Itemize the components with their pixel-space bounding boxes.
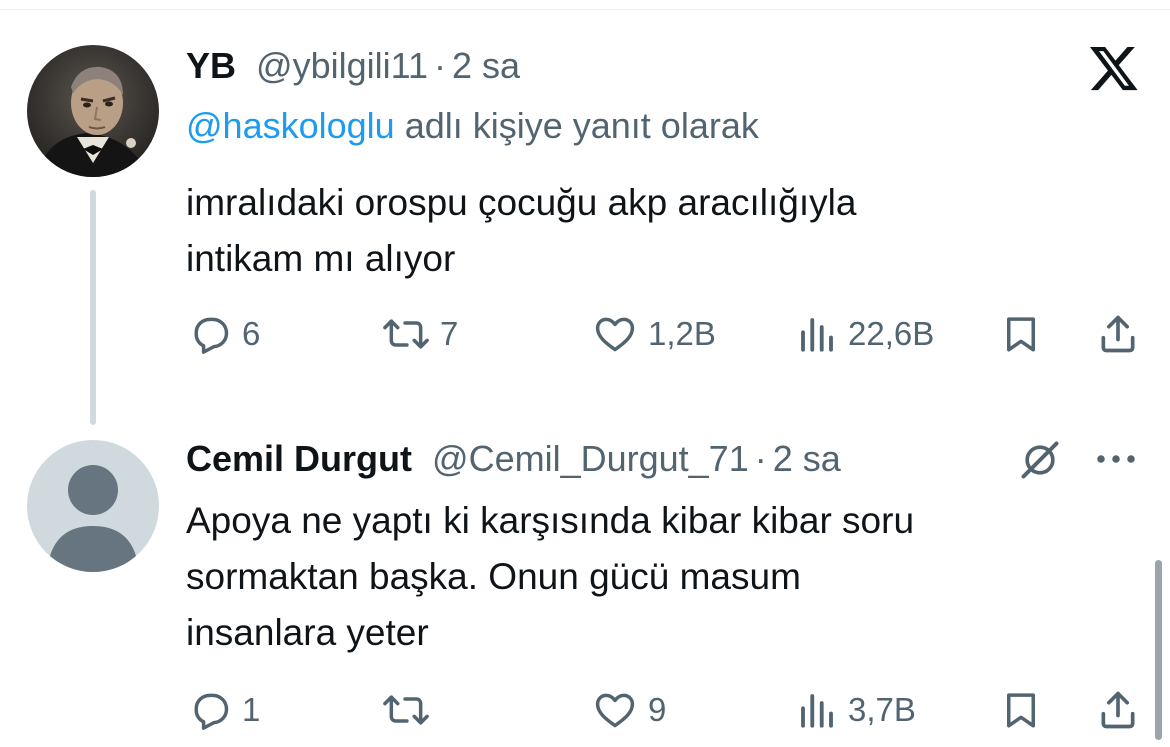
views-icon [801, 694, 833, 728]
bookmark-icon [1007, 693, 1035, 728]
display-name[interactable]: Cemil Durgut [186, 438, 412, 479]
scrollbar[interactable] [1155, 560, 1162, 740]
tweet-text: imralıdaki orospu çocuğu akp aracılığıyl… [186, 175, 1126, 287]
replying-to: @haskologlu adlı kişiye yanıt olarak [186, 104, 759, 148]
user-handle[interactable]: @ybilgili11 [256, 45, 428, 86]
separator-dot: · [433, 45, 446, 86]
grok-icon[interactable] [1018, 438, 1062, 482]
views-count: 3,7B [848, 691, 916, 728]
tweet-text-line: intikam mı alıyor [186, 238, 456, 279]
retweet-icon [383, 319, 429, 349]
like-button[interactable]: 9 [592, 688, 666, 732]
bookmark-icon [1007, 317, 1035, 352]
reply-icon [194, 693, 229, 730]
bookmark-button[interactable] [1000, 312, 1042, 356]
tweet-header: YB @ybilgili11 · 2 sa [186, 44, 520, 88]
share-icon [1101, 315, 1135, 353]
views-count: 22,6B [848, 315, 935, 352]
retweet-button[interactable]: 7 [382, 312, 458, 356]
tweet-text-line: imralıdaki orospu çocuğu akp aracılığıyl… [186, 182, 857, 223]
retweet-button[interactable] [382, 688, 440, 732]
like-count: 1,2B [648, 315, 716, 352]
reply-count: 1 [242, 691, 261, 728]
views-icon [801, 318, 833, 352]
like-button[interactable]: 1,2B [592, 312, 716, 356]
heart-icon [595, 317, 635, 352]
like-count: 9 [648, 691, 667, 728]
tweet-actions: 6 7 1,2B 22,6B [0, 312, 1170, 362]
display-name[interactable]: YB [186, 45, 236, 86]
views-button[interactable]: 3,7B [796, 688, 916, 732]
top-divider [0, 9, 1170, 10]
bookmark-button[interactable] [1000, 688, 1042, 732]
share-button[interactable] [1096, 688, 1140, 732]
reply-icon [194, 317, 229, 354]
replying-to-text: adlı kişiye yanıt olarak [404, 105, 759, 146]
share-button[interactable] [1096, 312, 1140, 356]
tweet-actions: 1 9 3,7B [0, 688, 1170, 738]
tweet-header: Cemil Durgut @Cemil_Durgut_71 · 2 sa [186, 437, 841, 481]
tweet-text-line: sormaktan başka. Onun gücü masum [186, 556, 801, 597]
reply-button[interactable]: 6 [188, 312, 260, 356]
tweet-text-line: insanlara yeter [186, 612, 429, 653]
avatar[interactable] [27, 440, 159, 572]
more-icon[interactable] [1093, 444, 1139, 474]
reply-count: 6 [242, 315, 261, 352]
tweet-text-line: Apoya ne yaptı ki karşısında kibar kibar… [186, 500, 915, 541]
reply-button[interactable]: 1 [188, 688, 260, 732]
timestamp[interactable]: 2 sa [452, 45, 520, 86]
share-icon [1101, 691, 1135, 729]
separator-dot: · [754, 438, 767, 479]
x-logo-icon[interactable] [1088, 42, 1140, 94]
timestamp[interactable]: 2 sa [773, 438, 841, 479]
retweet-count: 7 [440, 315, 459, 352]
thread-connector-line [90, 190, 96, 425]
views-button[interactable]: 22,6B [796, 312, 934, 356]
user-handle[interactable]: @Cemil_Durgut_71 [432, 438, 749, 479]
tweet-text: Apoya ne yaptı ki karşısında kibar kibar… [186, 493, 1126, 661]
retweet-icon [383, 695, 429, 725]
replying-to-mention[interactable]: @haskologlu [186, 105, 395, 146]
avatar[interactable] [27, 45, 159, 177]
heart-icon [595, 693, 635, 728]
